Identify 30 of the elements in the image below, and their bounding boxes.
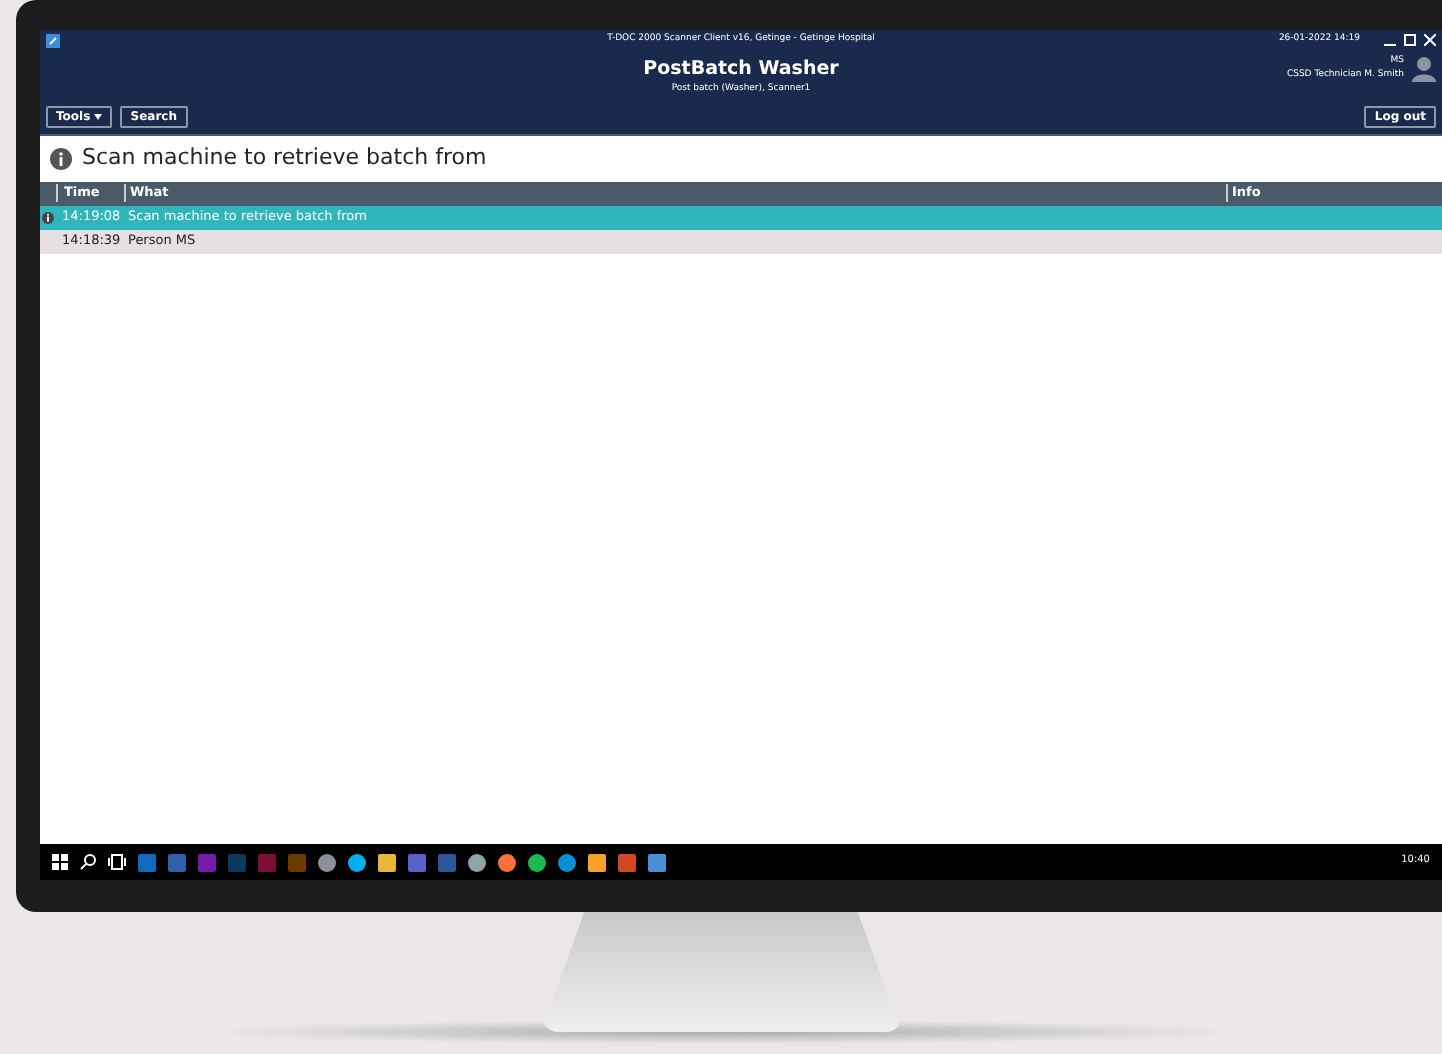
- app-circle-icon[interactable]: [498, 853, 516, 871]
- app-circle-icon[interactable]: [318, 853, 336, 871]
- task-view-icon[interactable]: [108, 854, 126, 870]
- app-tile-icon[interactable]: [408, 853, 426, 871]
- app-circle-icon[interactable]: [558, 853, 576, 871]
- page-title: PostBatch Washer: [643, 55, 839, 83]
- app-tile-icon[interactable]: [648, 853, 666, 871]
- app-tile-icon[interactable]: [138, 853, 156, 871]
- app-circle-icon[interactable]: [528, 853, 546, 871]
- app-tile-icon[interactable]: [258, 853, 276, 871]
- search-icon[interactable]: [80, 854, 96, 870]
- user-silhouette-icon: [1412, 56, 1436, 82]
- app-tile-icon[interactable]: [588, 853, 606, 871]
- app-tile-icon[interactable]: [288, 853, 306, 871]
- app-circle-icon[interactable]: [348, 853, 366, 871]
- app-logo-icon: [46, 34, 60, 48]
- app-tile-icon[interactable]: [378, 853, 396, 871]
- status-message: Scan machine to retrieve batch from: [82, 142, 487, 174]
- windows-logo-icon[interactable]: [52, 854, 68, 870]
- close-icon[interactable]: [1424, 34, 1436, 47]
- caret-icon: [94, 113, 103, 120]
- app-tile-icon[interactable]: [438, 853, 456, 871]
- info-icon: [50, 147, 72, 170]
- info-icon: [42, 211, 54, 223]
- app-tile-icon[interactable]: [618, 853, 636, 871]
- app-tile-icon[interactable]: [168, 853, 186, 871]
- app-circle-icon[interactable]: [468, 853, 486, 871]
- app-tile-icon[interactable]: [228, 853, 246, 871]
- maximize-icon[interactable]: [1404, 34, 1416, 47]
- app-tile-icon[interactable]: [198, 853, 216, 871]
